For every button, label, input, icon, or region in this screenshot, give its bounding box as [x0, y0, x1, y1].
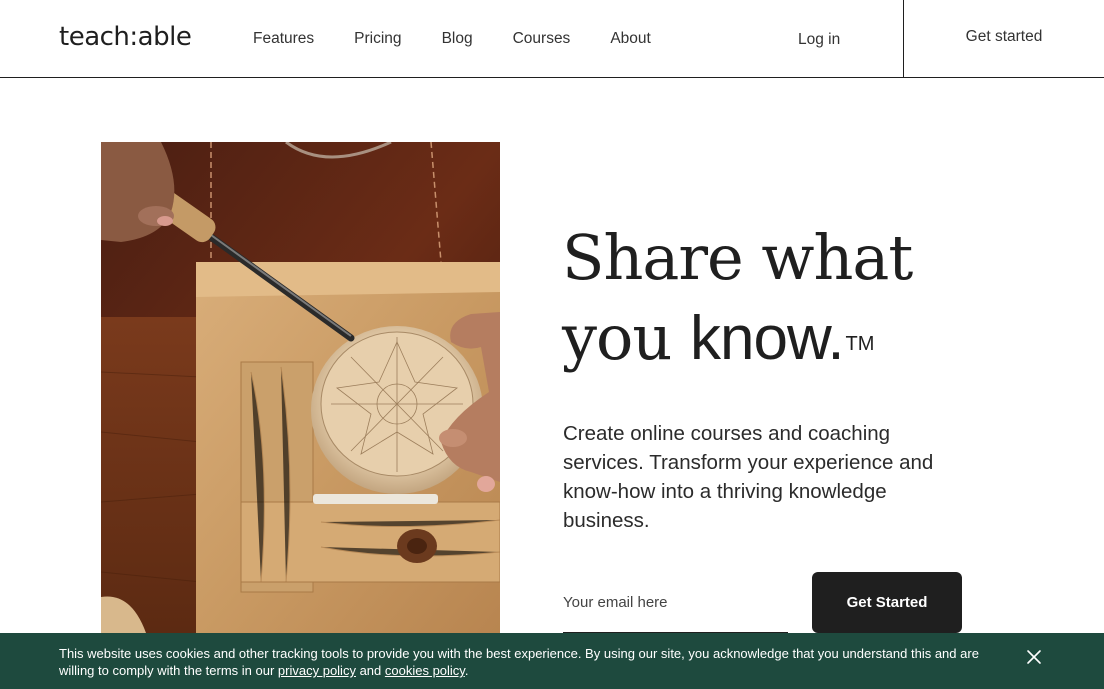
cookie-text: This website uses cookies and other trac… [59, 645, 1009, 679]
hero-image-woodcarving [101, 142, 500, 633]
nav-blog[interactable]: Blog [442, 30, 473, 48]
close-icon[interactable] [1025, 648, 1043, 666]
cookie-text-and: and [355, 663, 385, 678]
hero-headline: Share what you know. TM [562, 218, 982, 379]
cookie-text-main: This website uses cookies and other trac… [59, 646, 979, 678]
cookie-text-end: . [464, 663, 469, 678]
hero-subtext: Create online courses and coaching servi… [563, 422, 934, 532]
nav-pricing[interactable]: Pricing [354, 30, 401, 48]
nav-features[interactable]: Features [253, 30, 314, 48]
get-started-header-button[interactable]: Get started [904, 0, 1104, 78]
site-header: teach:able Features Pricing Blog Courses… [0, 0, 1104, 78]
cookies-policy-link[interactable]: cookies policy [385, 663, 465, 678]
login-link[interactable]: Log in [798, 31, 840, 49]
cookie-banner: This website uses cookies and other trac… [0, 633, 1104, 689]
headline-line-2: you know. TM [562, 298, 982, 379]
headline-you: you [562, 301, 690, 374]
teachable-logo[interactable]: teach:able [59, 22, 192, 52]
headline-know: know. [690, 304, 845, 373]
privacy-policy-link[interactable]: privacy policy [278, 663, 356, 678]
main-nav: Features Pricing Blog Courses About [233, 0, 671, 78]
headline-line-1: Share what [562, 221, 913, 294]
email-input[interactable] [563, 580, 788, 624]
email-field-wrapper [563, 580, 788, 633]
nav-courses[interactable]: Courses [513, 30, 571, 48]
get-started-cta-button[interactable]: Get Started [812, 572, 962, 633]
nav-about[interactable]: About [610, 30, 651, 48]
trademark-symbol: TM [845, 333, 875, 355]
